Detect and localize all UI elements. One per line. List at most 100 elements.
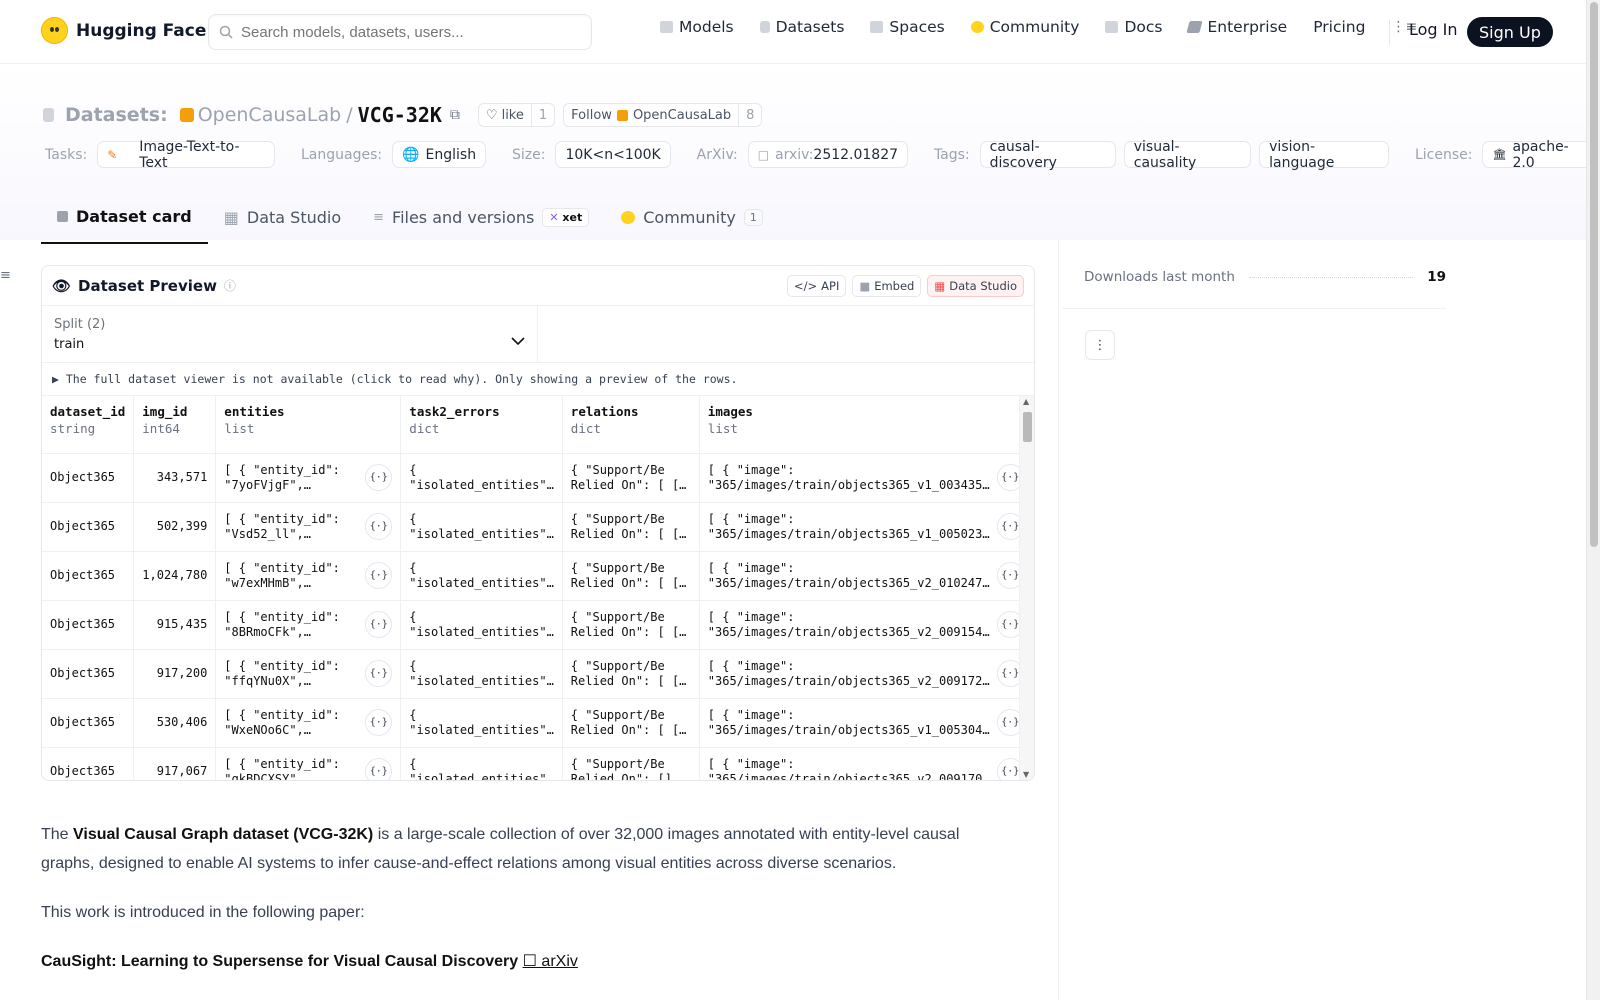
cell-entities: [ { "entity_id": "7yoFVjgF",… {·}	[215, 453, 402, 503]
copy-icon[interactable]: ⧉	[450, 107, 460, 123]
column-header[interactable]: dataset_id string	[42, 396, 135, 454]
brand-logo[interactable]: Hugging Face	[41, 17, 206, 44]
like-button[interactable]: ♡ like 1	[477, 103, 556, 127]
nav-enterprise[interactable]: Enterprise	[1186, 18, 1287, 36]
table-row[interactable]: Object365 530,406[ { "entity_id": "WxeNOo6…	[42, 698, 1033, 748]
expand-json-icon[interactable]: {·}	[365, 464, 393, 491]
expand-json-icon[interactable]: {·}	[365, 513, 393, 540]
tag-visual-causality[interactable]: visual-causality	[1123, 139, 1252, 171]
arxiv-link[interactable]: ☐ arXiv	[523, 953, 578, 970]
org-link[interactable]: OpenCausaLab	[198, 104, 342, 126]
chevron-down-icon	[511, 337, 525, 346]
dataset-name[interactable]: VCG-32K	[358, 103, 442, 127]
cell-dataset-id: Object365	[42, 551, 135, 601]
tab-data-studio[interactable]: ▦ Data Studio	[208, 199, 357, 244]
nav-models[interactable]: Models	[660, 18, 734, 36]
column-header[interactable]: images list	[699, 396, 1033, 454]
column-type: int64	[142, 421, 180, 436]
cell-images: [ { "image": "365/images/train/objects365…	[699, 502, 1033, 552]
dataset-card-body: The Visual Causal Graph dataset (VCG-32K…	[41, 820, 981, 996]
preview-table: dataset_id string img_id int64 entities list t…	[42, 396, 1033, 780]
tab-community[interactable]: Community 1	[605, 199, 779, 244]
table-row[interactable]: Object365 915,435[ { "entity_id": "8BRmoCF…	[42, 600, 1033, 650]
scroll-down-icon[interactable]: ▼	[1023, 770, 1029, 779]
more-options-button[interactable]: ⋮	[1085, 330, 1115, 360]
expand-json-icon[interactable]: {·}	[365, 562, 393, 589]
nav-docs[interactable]: Docs	[1105, 18, 1162, 36]
size-tag[interactable]: 10K<n<100K	[555, 141, 671, 168]
split-select[interactable]: Split (2) train	[42, 306, 538, 362]
column-header[interactable]: entities list	[215, 396, 402, 454]
cell-line: "qkBDCXSY",…	[224, 771, 311, 781]
expand-json-icon[interactable]: {·}	[365, 709, 393, 736]
login-link[interactable]: Log In	[1409, 20, 1458, 39]
nav-spaces[interactable]: Spaces	[870, 18, 945, 36]
cell-line: "365/images/train/objects365_v1_005023…	[707, 526, 990, 541]
language-tag[interactable]: 🌐 English	[392, 141, 487, 168]
signup-button[interactable]: Sign Up	[1467, 17, 1553, 47]
table-scroll-thumb[interactable]	[1023, 412, 1032, 442]
column-type: list	[707, 421, 738, 436]
nav-datasets[interactable]: Datasets	[759, 18, 844, 36]
arxiv-id: 2512.01827	[813, 146, 899, 163]
arxiv-tag[interactable]: □ arxiv:2512.01827	[747, 141, 909, 168]
table-row[interactable]: Object365 343,571[ { "entity_id": "7yoFVjg…	[42, 453, 1033, 503]
cell-line: [ { "entity_id":	[224, 707, 340, 722]
cell-line: "isolated_entities"…	[409, 526, 554, 541]
cell-line: "ffqYNu0X",…	[224, 673, 311, 688]
info-icon[interactable]: ⓘ	[224, 277, 236, 294]
files-icon: ≡	[373, 210, 385, 225]
nav-community[interactable]: Community	[970, 18, 1079, 36]
data-studio-button[interactable]: ▦ Data Studio	[927, 275, 1024, 297]
search-box[interactable]	[208, 14, 592, 50]
cell-line: "WxeNOo6C",…	[224, 722, 311, 737]
table-row[interactable]: Object365 502,399[ { "entity_id": "Vsd52_l…	[42, 502, 1033, 552]
cell-line: [ { "image":	[707, 560, 795, 575]
cell-entities: [ { "entity_id": "Vsd52_ll",… {·}	[215, 502, 402, 552]
expand-json-icon[interactable]: {·}	[365, 758, 393, 780]
nav-pricing[interactable]: Pricing	[1313, 18, 1365, 36]
column-header[interactable]: relations dict	[562, 396, 700, 454]
tab-dataset-card[interactable]: Dataset card	[41, 199, 208, 244]
expand-json-icon[interactable]: {·}	[365, 611, 393, 638]
column-type: string	[50, 421, 96, 436]
column-header[interactable]: task2_errors dict	[400, 396, 563, 454]
license-label: License:	[1414, 146, 1473, 163]
tag-causal-discovery[interactable]: causal-discovery	[979, 139, 1116, 171]
datasets-label[interactable]: Datasets:	[65, 104, 168, 126]
cell-line: { "Support/Be	[570, 756, 665, 771]
cell-line: [ { "entity_id":	[224, 462, 340, 477]
table-row[interactable]: Object365 917,067[ { "entity_id": "qkBDCXS…	[42, 747, 1033, 781]
column-header[interactable]: img_id int64	[133, 396, 217, 454]
expand-json-icon[interactable]: {·}	[365, 660, 393, 687]
page-scroll-thumb[interactable]	[1590, 2, 1598, 547]
cell-images: [ { "image": "365/images/train/objects365…	[699, 698, 1033, 748]
cell-entities: [ { "entity_id": "ffqYNu0X",… {·}	[215, 649, 402, 699]
embed-button[interactable]: ■ Embed	[852, 275, 922, 297]
cell-line: [ { "image":	[707, 707, 795, 722]
tag-vision-language[interactable]: vision-language	[1259, 139, 1390, 171]
license-tag[interactable]: 🏛 apache-2.0	[1482, 139, 1600, 171]
cell-line: {	[409, 511, 417, 526]
table-row[interactable]: Object365 917,200[ { "entity_id": "ffqYNu0…	[42, 649, 1033, 699]
page-scrollbar[interactable]	[1586, 0, 1600, 1000]
column-name: images	[707, 404, 753, 419]
api-button[interactable]: </> API	[786, 275, 847, 297]
sidebar-separator	[1062, 308, 1446, 309]
table-row[interactable]: Object365 1,024,780[ { "entity_id": "w7exM…	[42, 551, 1033, 601]
task-tag[interactable]: ✎ Image-Text-to-Text	[97, 139, 276, 171]
cell-dataset-id: Object365	[42, 600, 135, 650]
table-scrollbar[interactable]: ▲ ▼	[1019, 396, 1034, 780]
viewer-unavailable-notice[interactable]: ▶ The full dataset viewer is not availab…	[42, 363, 1034, 396]
paper-intro: This work is introduced in the following…	[41, 904, 365, 921]
search-input[interactable]	[241, 23, 571, 41]
cell-line: "isolated_entities"…	[409, 673, 554, 688]
cell-line: { "Support/Be	[570, 658, 665, 673]
heart-icon: ♡	[485, 107, 498, 123]
follow-button[interactable]: Follow OpenCausaLab 8	[563, 103, 763, 127]
tab-files-and-versions[interactable]: ≡ Files and versions ✕ xet	[357, 199, 605, 244]
tab-community-label: Community	[643, 208, 736, 227]
cell-img-id: 530,406	[133, 698, 217, 748]
scroll-up-icon[interactable]: ▲	[1023, 397, 1029, 406]
toc-toggle-icon[interactable]: ≡	[0, 268, 11, 283]
